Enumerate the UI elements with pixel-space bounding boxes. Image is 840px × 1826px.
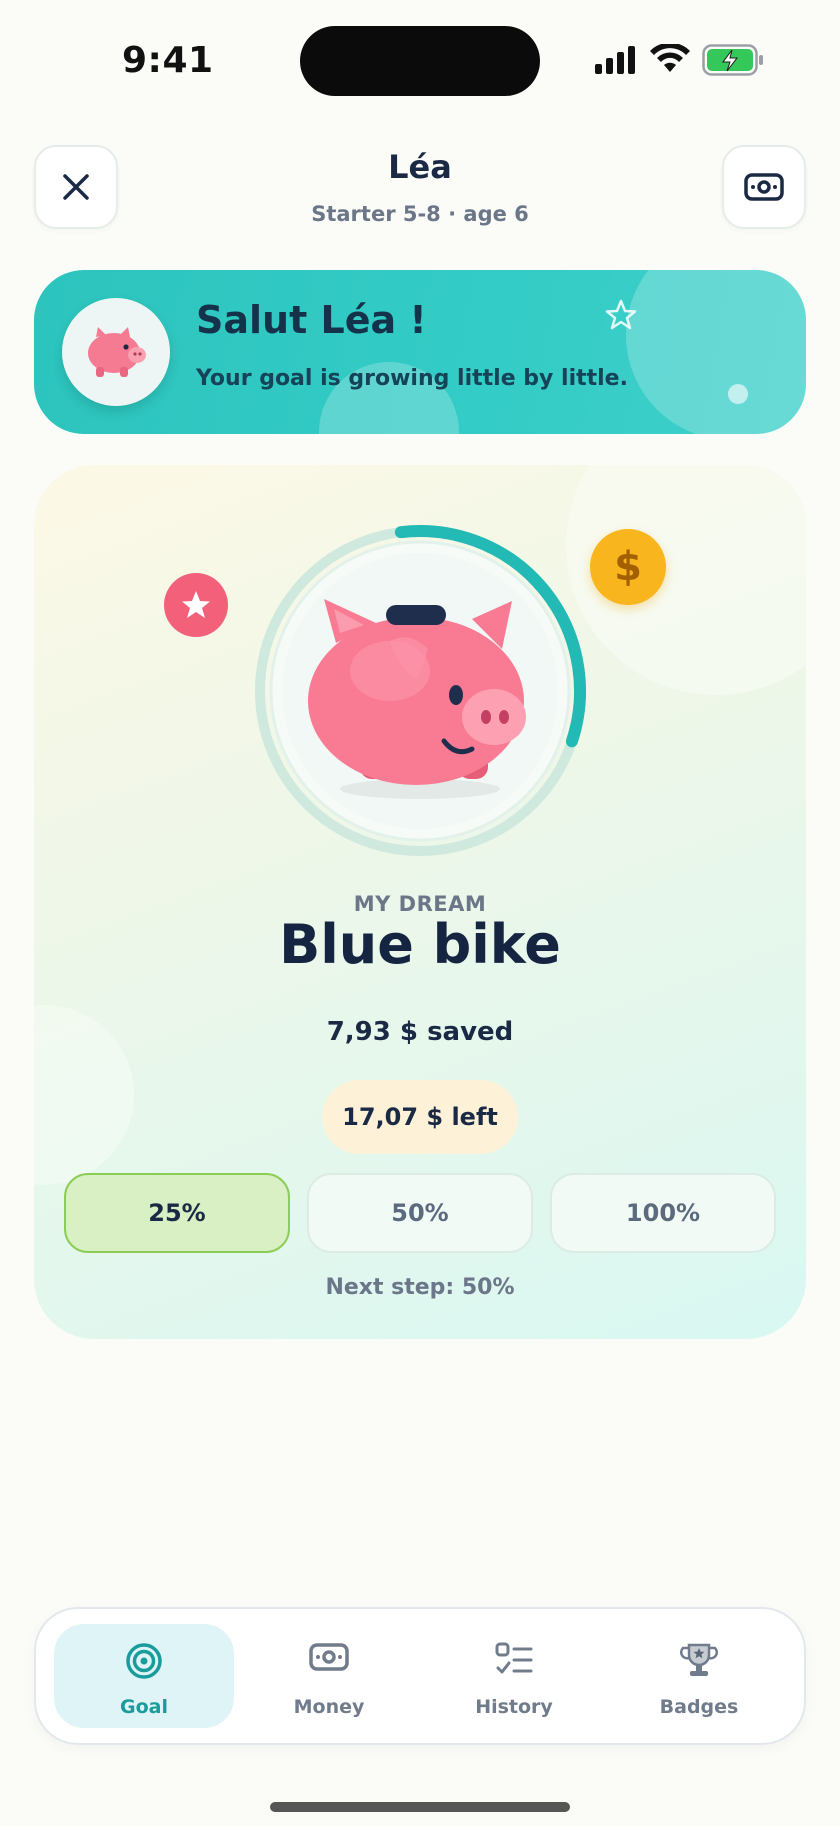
step-label: 25% <box>148 1199 206 1227</box>
step-25-percent[interactable]: 25% <box>64 1173 290 1253</box>
remaining-amount: 17,07 $ left <box>342 1103 498 1131</box>
avatar <box>62 298 170 406</box>
target-icon <box>126 1643 162 1679</box>
money-button[interactable] <box>722 145 806 229</box>
nav-label: Money <box>293 1696 365 1718</box>
decor-dot <box>728 384 748 404</box>
milestone-steps: 25% 50% 100% <box>64 1173 776 1253</box>
wifi-icon <box>650 44 690 72</box>
remaining-amount-pill: 17,07 $ left <box>322 1080 518 1154</box>
bottom-nav: Goal Money History Badges <box>34 1607 806 1745</box>
decor-circle <box>626 270 806 434</box>
greeting-subtitle: Your goal is growing little by little. <box>196 366 628 391</box>
banknote-icon <box>744 173 784 201</box>
nav-item-money[interactable]: Money <box>239 1624 419 1728</box>
coin-symbol: $ <box>614 544 642 590</box>
page-title: Léa <box>388 148 452 186</box>
dynamic-island <box>300 26 540 96</box>
checklist-icon <box>495 1642 533 1674</box>
star-outline-icon <box>605 299 637 330</box>
goal-progress-ring <box>255 525 586 856</box>
profile-subtitle: Starter 5-8 · age 6 <box>311 202 529 226</box>
nav-item-goal[interactable]: Goal <box>54 1624 234 1728</box>
battery-charging-icon <box>702 44 763 76</box>
cellular-signal-icon <box>595 46 635 74</box>
home-indicator <box>270 1802 570 1812</box>
step-label: 50% <box>391 1199 449 1227</box>
coin-icon: $ <box>590 529 666 605</box>
nav-label: Badges <box>659 1696 739 1718</box>
nav-item-badges[interactable]: Badges <box>609 1624 789 1728</box>
step-label: 100% <box>625 1199 701 1227</box>
step-100-percent[interactable]: 100% <box>550 1173 776 1253</box>
nav-label: History <box>475 1696 553 1718</box>
dream-title: Blue bike <box>279 913 561 976</box>
status-time: 9:41 <box>122 40 214 81</box>
trophy-icon <box>680 1643 718 1676</box>
header: Léa Starter 5-8 · age 6 <box>0 120 840 260</box>
saved-amount: 7,93 $ saved <box>326 1017 514 1047</box>
status-bar: 9:41 <box>0 0 840 120</box>
nav-label: Goal <box>120 1696 168 1718</box>
goal-card: $ MY DREAM Blue bike 7,93 $ saved 17,07 … <box>34 465 806 1339</box>
next-step-text: Next step: 50% <box>325 1275 515 1300</box>
greeting-title: Salut Léa ! <box>196 298 427 342</box>
star-badge-icon <box>164 573 228 637</box>
nav-item-history[interactable]: History <box>424 1624 604 1728</box>
piggy-bank-icon <box>88 327 146 377</box>
step-50-percent[interactable]: 50% <box>307 1173 533 1253</box>
greeting-banner: Salut Léa ! Your goal is growing little … <box>34 270 806 434</box>
banknote-icon <box>309 1643 349 1671</box>
